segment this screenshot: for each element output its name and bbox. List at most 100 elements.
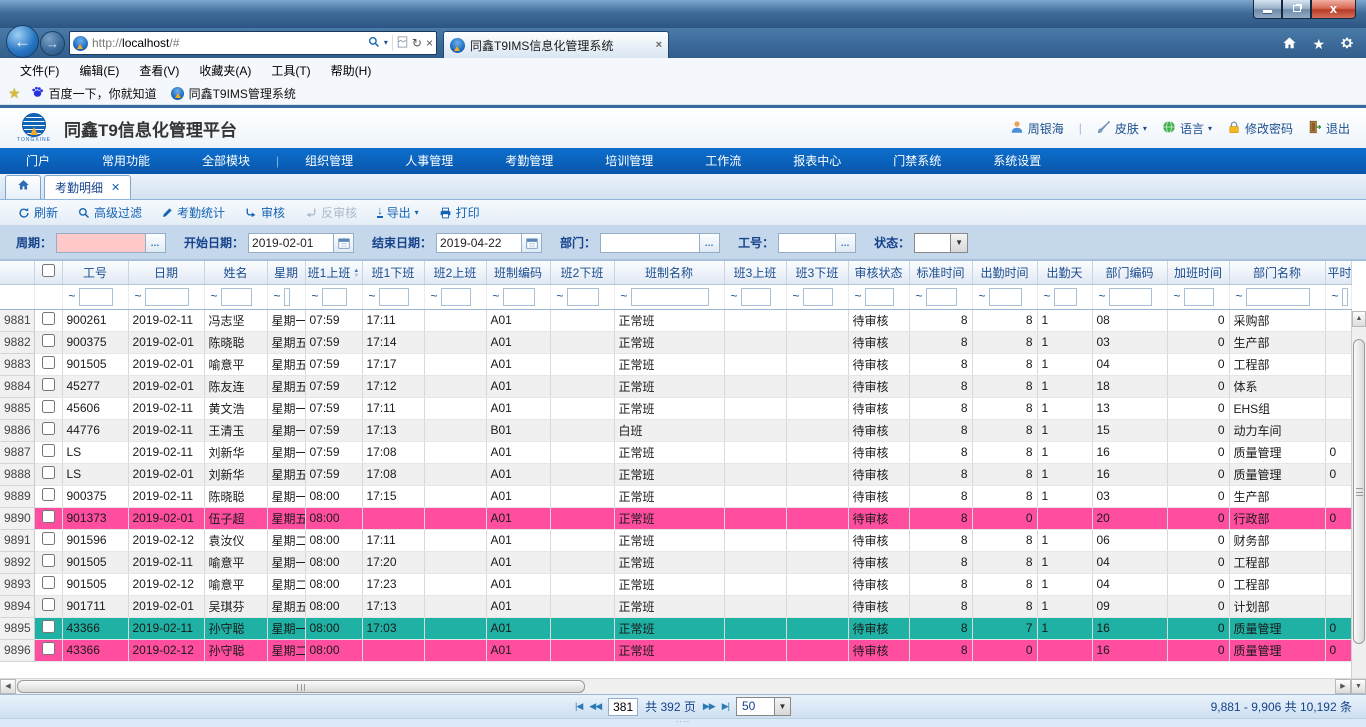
start-date-calendar-icon[interactable] [334,233,354,253]
address-bar[interactable]: http://localhost/# ▾ ↻ × [69,31,437,55]
column-header-11[interactable]: 班3下班 [786,261,848,284]
scroll-right-icon[interactable]: ▶ [1335,679,1351,694]
column-header-8[interactable]: 班2下班 [550,261,614,284]
nav-item-5[interactable]: 考勤管理 [479,148,579,174]
table-row[interactable]: 98819002612019-02-11冯志坚星期一07:5917:11A01正… [0,309,1351,331]
current-page-input[interactable] [608,698,638,716]
column-filter-input-15[interactable] [1054,288,1077,306]
column-filter-input-6[interactable] [441,288,471,306]
column-header-12[interactable]: 审核状态 [848,261,909,284]
menu-item-0[interactable]: 文件(F) [10,62,69,79]
column-filter-input-11[interactable] [803,288,833,306]
menu-item-1[interactable]: 编辑(E) [69,62,129,79]
refresh-icon[interactable]: ↻ [412,37,422,49]
row-checkbox[interactable] [42,312,55,325]
row-checkbox[interactable] [42,422,55,435]
home-icon[interactable] [1282,36,1297,53]
column-filter-input-0[interactable] [79,288,113,306]
export-button[interactable]: ↓ 导出 ▾ [367,204,429,221]
column-filter-input-19[interactable] [1342,288,1348,306]
menu-item-4[interactable]: 工具(T) [261,62,320,79]
menu-item-5[interactable]: 帮助(H) [321,62,382,79]
column-header-2[interactable]: 姓名 [204,261,267,284]
row-checkbox[interactable] [42,554,55,567]
table-row[interactable]: 9886447762019-02-11王清玉星期一07:5917:13B01白班… [0,419,1351,441]
favorite-item-baidu[interactable]: 百度一下，你就知道 [27,85,161,102]
column-header-19[interactable]: 平时加班 [1325,261,1351,284]
column-header-16[interactable]: 部门编码 [1092,261,1167,284]
row-checkbox[interactable] [42,488,55,501]
department-picker-button[interactable]: … [700,233,720,253]
table-row[interactable]: 98939015052019-02-12喻意平星期二08:0017:23A01正… [0,573,1351,595]
status-dropdown-icon[interactable]: ▼ [950,233,968,253]
row-checkbox[interactable] [42,356,55,369]
column-header-4[interactable]: 班1上班▲▼ [305,261,362,284]
change-password-button[interactable]: 修改密码 [1227,120,1293,137]
column-filter-input-5[interactable] [379,288,409,306]
scroll-down-icon[interactable]: ▼ [1351,679,1366,694]
row-checkbox[interactable] [42,444,55,457]
unaudit-button[interactable]: 反审核 [295,204,367,221]
row-checkbox[interactable] [42,334,55,347]
current-user[interactable]: 周银海 [1010,120,1064,137]
row-checkbox[interactable] [42,642,55,655]
last-page-button[interactable]: ▶| [722,701,729,712]
table-row[interactable]: 9888LS2019-02-01刘新华星期五07:5917:08A01正常班待审… [0,463,1351,485]
column-header-10[interactable]: 班3上班 [724,261,786,284]
end-date-input[interactable] [436,233,522,253]
column-filter-input-7[interactable] [503,288,535,306]
table-row[interactable]: 9884452772019-02-01陈友连星期五07:5917:12A01正常… [0,375,1351,397]
column-header-0[interactable]: 工号 [62,261,128,284]
table-row[interactable]: 9895433662019-02-11孙守聪星期一08:0017:03A01正常… [0,617,1351,639]
menu-item-2[interactable]: 查看(V) [129,62,189,79]
table-row[interactable]: 98839015052019-02-01喻意平星期五07:5917:17A01正… [0,353,1351,375]
column-header-6[interactable]: 班2上班 [424,261,486,284]
row-checkbox[interactable] [42,378,55,391]
column-filter-input-17[interactable] [1184,288,1214,306]
favorite-item-t9ims[interactable]: 同鑫T9IMS管理系统 [167,85,300,102]
nav-item-2[interactable]: 全部模块 [176,148,276,174]
column-filter-input-14[interactable] [989,288,1022,306]
row-checkbox[interactable] [42,510,55,523]
column-filter-input-18[interactable] [1246,288,1310,306]
column-header-17[interactable]: 加班时间 [1167,261,1229,284]
column-filter-input-8[interactable] [567,288,599,306]
print-button[interactable]: 打印 [429,204,490,221]
browser-tab[interactable]: 同鑫T9IMS信息化管理系统 × [443,31,669,58]
table-row[interactable]: 98829003752019-02-01陈晓聪星期五07:5917:14A01正… [0,331,1351,353]
column-filter-input-9[interactable] [631,288,709,306]
favorites-star-icon[interactable]: ★ [1312,36,1325,53]
stop-icon[interactable]: × [426,37,433,49]
browser-back-button[interactable]: ← [6,25,39,58]
column-header-14[interactable]: 出勤时间 [972,261,1037,284]
window-minimize-button[interactable] [1253,0,1282,19]
add-favorite-icon[interactable]: ★ [8,85,21,102]
column-filter-input-2[interactable] [221,288,252,306]
nav-item-7[interactable]: 工作流 [679,148,767,174]
horizontal-scrollbar-thumb[interactable] [17,680,585,693]
row-checkbox[interactable] [42,532,55,545]
column-filter-input-4[interactable] [322,288,347,306]
column-header-18[interactable]: 部门名称 [1229,261,1325,284]
tab-close-icon[interactable]: ✕ [111,181,120,194]
table-row[interactable]: 98909013732019-02-01伍子超星期五08:00A01正常班待审核… [0,507,1351,529]
column-filter-input-16[interactable] [1109,288,1152,306]
advanced-filter-button[interactable]: 高级过滤 [68,204,152,221]
period-picker-button[interactable]: … [146,233,166,253]
settings-gear-icon[interactable] [1340,36,1354,53]
first-page-button[interactable]: |◀ [575,701,582,712]
column-filter-input-13[interactable] [926,288,957,306]
row-checkbox[interactable] [42,576,55,589]
column-header-3[interactable]: 星期 [267,261,305,284]
table-row[interactable]: 98899003752019-02-11陈晓聪星期一08:0017:15A01正… [0,485,1351,507]
audit-button[interactable]: 审核 [235,204,295,221]
search-dropdown-icon[interactable]: ▾ [384,39,388,47]
table-row[interactable]: 9885456062019-02-11黄文浩星期一07:5917:11A01正常… [0,397,1351,419]
column-header-1[interactable]: 日期 [128,261,204,284]
menu-item-3[interactable]: 收藏夹(A) [189,62,261,79]
table-row[interactable]: 98929015052019-02-11喻意平星期一08:0017:20A01正… [0,551,1351,573]
skin-menu[interactable]: 皮肤 ▾ [1097,120,1147,137]
nav-item-0[interactable]: 门户 [0,148,76,174]
browser-forward-button[interactable]: → [40,31,65,56]
row-checkbox[interactable] [42,598,55,611]
